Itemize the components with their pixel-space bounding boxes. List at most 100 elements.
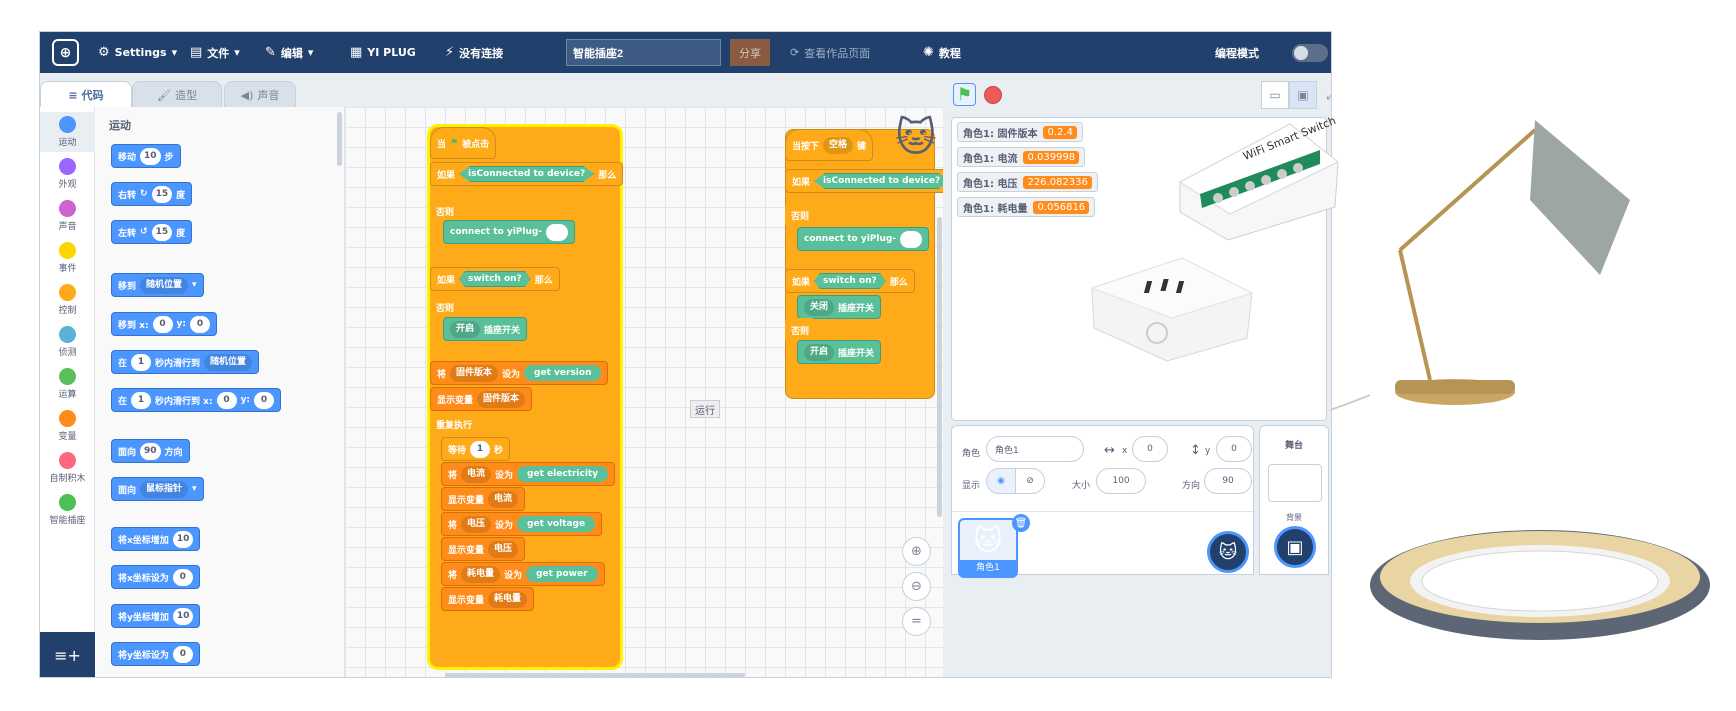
script-workspace[interactable]: 当 ⚑ 被点击 如果 isConnected to device? 那么 否则 conn… [345,107,943,677]
connection-status[interactable]: ⚡ 没有连接 [445,32,503,73]
block-wait[interactable]: 等待 1 秒 [441,437,511,461]
block-turn-left[interactable]: 左转 ↺ 15 度 [111,220,193,244]
block-when-key-pressed[interactable]: 当按下 空格键 [785,129,874,161]
stage-header: ⚑ ▭ ▣ ⤢ [943,73,1331,115]
block-show-voltage[interactable]: 显示变量 电压 [441,537,526,561]
zoom-in-button[interactable]: ⊕ [902,537,931,566]
block-move[interactable]: 移动 10 步 [111,144,181,168]
stage-selector[interactable]: 舞台 背景 ▣ [1259,425,1329,575]
block-show-current[interactable]: 显示变量 电流 [441,487,526,511]
monitor-fw-version: 角色1: 固件版本 0.2.4 [957,122,1083,142]
sprite-name-input[interactable]: 角色1 [986,436,1084,462]
fullscreen-icon: ⤢ [1326,88,1331,103]
category-menu: 运动 外观 声音 事件 控制 侦测 运算 变量 自制积木 智能插座 [40,107,95,677]
workspace-scrollbar-horizontal[interactable] [445,673,745,677]
sprite-x-input[interactable]: 0 [1132,436,1168,462]
green-flag-button[interactable]: ⚑ [953,83,976,106]
block-change-x[interactable]: 将x坐标增加 10 [111,527,201,551]
large-stage-button[interactable]: ▣ [1289,81,1317,109]
category-dot-icon [59,116,76,133]
palette-scrollbar[interactable] [337,112,342,166]
block-plug-off[interactable]: 关闭 插座开关 [797,295,882,319]
sprite-y-input[interactable]: 0 [1216,436,1252,462]
block-if-else-connected-2[interactable]: 如果 isConnected to device? [785,169,943,193]
block-if-else-switch-2[interactable]: 如果 switch on? 那么 [785,269,915,293]
block-glide[interactable]: 在 1 秒内滑行到 随机位置 [111,350,260,374]
green-flag-icon: ⚑ [450,138,459,148]
sprite-info: 角色 角色1 ↔ x 0 ↕ y 0 显示 ◉ ⊘ 大小 100 方向 90 [952,426,1253,512]
block-show-fw-version[interactable]: 显示变量 固件版本 [430,387,533,411]
mode-toggle[interactable] [1292,44,1328,62]
tutorial-menu[interactable]: ✺ 教程 [923,32,961,73]
block-connect-yiplug-2[interactable]: connect to yiPlug- [797,227,930,251]
category-dot-icon [59,200,76,217]
block-forever[interactable]: 重复执行 [430,412,479,436]
category-7[interactable]: 变量 [40,406,95,446]
wifi-off-icon: ⚡ [445,45,455,60]
zoom-reset-button[interactable]: = [902,607,931,636]
category-0[interactable]: 运动 [40,112,95,152]
trash-icon[interactable]: 🗑 [1012,514,1030,532]
block-goto[interactable]: 移到 随机位置 ▾ [111,273,204,297]
fullscreen-button[interactable]: ⤢ [1317,81,1331,109]
block-set-x[interactable]: 将x坐标设为 0 [111,565,200,589]
hide-sprite-button[interactable]: ⊘ [1015,468,1045,494]
category-3[interactable]: 事件 [40,238,95,278]
block-point-towards[interactable]: 面向 鼠标指针 ▾ [111,477,204,501]
block-glide-xy[interactable]: 在 1 秒内滑行到 x: 0 y: 0 [111,388,282,412]
block-set-plug-switch[interactable]: 开启 插座开关 [443,317,528,341]
plug-menu[interactable]: ▦ YI PLUG [350,32,416,73]
tab-costumes[interactable]: 🖌 造型 [132,81,222,108]
category-6[interactable]: 运算 [40,364,95,404]
sprite-pane: 角色 角色1 ↔ x 0 ↕ y 0 显示 ◉ ⊘ 大小 100 方向 90 🐱… [951,425,1254,578]
block-if-else-switch[interactable]: 如果 switch on? 那么 [430,267,560,291]
block-set-voltage[interactable]: 将电压 设为 get voltage [441,512,603,536]
category-2[interactable]: 声音 [40,196,95,236]
category-8[interactable]: 自制积木 [40,448,95,488]
block-if-else-connected[interactable]: 如果 isConnected to device? 那么 [430,162,624,186]
sprite-cat-icon: 🐱 [895,115,937,161]
eye-slash-icon: ⊘ [1026,476,1034,486]
block-set-power[interactable]: 将耗电量 设为 get power [441,562,605,586]
category-5[interactable]: 侦测 [40,322,95,362]
block-connect-yiplug[interactable]: connect to yiPlug- [443,220,576,244]
sprite-direction-input[interactable]: 90 [1204,468,1252,494]
block-point-direction[interactable]: 面向 90 方向 [111,439,190,463]
category-4[interactable]: 控制 [40,280,95,320]
backdrop-thumbnail[interactable] [1268,464,1322,502]
sprite-size-input[interactable]: 100 [1096,468,1146,494]
block-turn-right[interactable]: 右转 ↻ 15 度 [111,182,193,206]
sprite-thumbnail[interactable]: 🐱 角色1 🗑 [958,514,1030,578]
horizontal-arrows-icon: ↔ [1104,443,1115,458]
project-title-input[interactable] [566,39,721,66]
file-menu[interactable]: ▤ 文件 ▾ [190,32,240,73]
show-sprite-button[interactable]: ◉ [986,468,1016,494]
small-stage-button[interactable]: ▭ [1261,81,1289,109]
chip-icon: ▦ [350,45,363,60]
share-button[interactable]: 分享 [730,39,770,66]
block-plug-on[interactable]: 开启 插座开关 [797,340,882,364]
mode-label: 编程模式 [1215,46,1259,60]
stop-button[interactable] [984,86,1002,104]
block-set-y[interactable]: 将y坐标设为 0 [111,642,200,666]
block-change-y[interactable]: 将y坐标增加 10 [111,604,201,628]
tab-sounds[interactable]: ◀) 声音 [224,81,296,108]
category-9[interactable]: 智能插座 [40,490,95,530]
block-goto-xy[interactable]: 移到 x: 0 y: 0 [111,312,218,336]
add-sprite-button[interactable]: 🐱 [1207,531,1249,573]
category-dot-icon [59,326,76,343]
view-project-page-link[interactable]: ⟳ 查看作品页面 [790,32,870,73]
block-when-flag-clicked[interactable]: 当 ⚑ 被点击 [430,127,497,159]
tab-code[interactable]: ≡ 代码 [40,81,132,108]
app-logo[interactable]: ⊕ [52,39,79,66]
block-set-fw-version[interactable]: 将固件版本 设为 get version [430,361,609,385]
block-show-power[interactable]: 显示变量 耗电量 [441,587,535,611]
edit-menu[interactable]: ✎ 编辑 ▾ [265,32,313,73]
settings-menu[interactable]: ⚙ Settings ▾ [98,32,177,73]
zoom-out-button[interactable]: ⊖ [902,572,931,601]
add-backdrop-button[interactable]: ▣ [1274,526,1316,568]
block-set-current[interactable]: 将电流 设为 get electricity [441,462,616,486]
add-extension-button[interactable]: ≡+ [40,632,95,677]
workspace-scrollbar-vertical[interactable] [937,217,942,517]
category-1[interactable]: 外观 [40,154,95,194]
